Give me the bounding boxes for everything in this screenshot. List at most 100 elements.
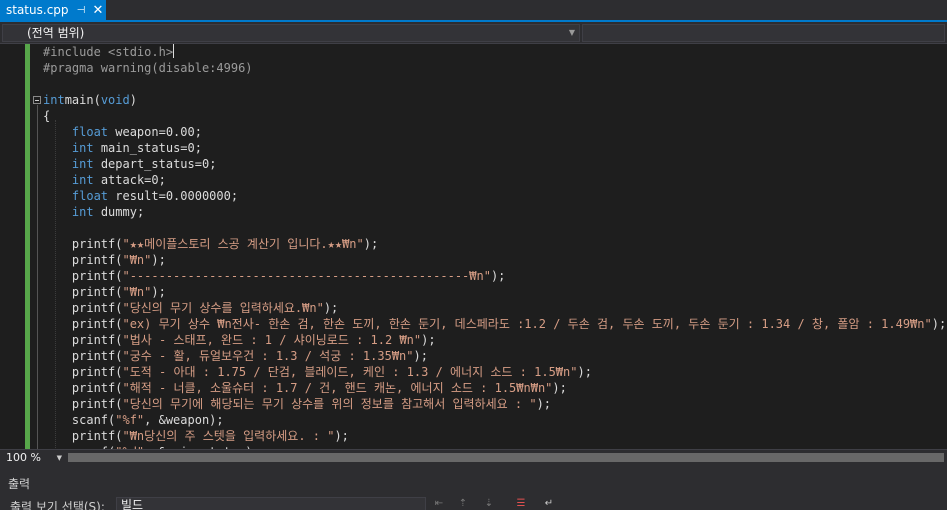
code-line[interactable]: { (43, 108, 946, 124)
code-line[interactable]: printf("ex) 무기 상수 ₩n전사- 한손 검, 한손 도끼, 한손 … (43, 316, 946, 332)
code-token: int (71, 173, 94, 187)
code-line[interactable]: printf("--------------------------------… (43, 268, 946, 284)
code-token: void (100, 93, 130, 107)
code-token: printf( (43, 285, 123, 299)
code-token: weapon=0.00; (108, 125, 202, 139)
code-token: "₩n" (122, 253, 152, 267)
code-token: printf( (43, 365, 123, 379)
member-dropdown[interactable] (582, 24, 945, 42)
code-line[interactable]: int depart_status=0; (43, 156, 946, 172)
code-token: "도적 - 아대 : 1.75 / 단검, 블레이드, 케인 : 1.3 / 에… (122, 365, 578, 379)
code-line[interactable]: printf("궁수 - 활, 듀얼보우건 : 1.3 / 석궁 : 1.35₩… (43, 348, 946, 364)
output-source-select[interactable]: 빌드 (116, 497, 426, 510)
code-line[interactable]: printf("법사 - 스태프, 완드 : 1 / 샤이닝로드 : 1.2 ₩… (43, 332, 946, 348)
arrow-up-icon[interactable]: ⇡ (456, 498, 470, 510)
code-token: printf( (43, 349, 123, 363)
code-token: ); (577, 365, 592, 379)
code-token: int (71, 141, 94, 155)
document-tab-strip: status.cpp ⊣ ✕ (0, 0, 947, 22)
code-token: float (71, 125, 109, 139)
code-line[interactable]: printf("₩n당신의 주 스텟을 입력하세요. : "); (43, 428, 946, 444)
fold-guide (37, 105, 38, 449)
output-source-label: 출력 보기 선택(S): (10, 500, 105, 510)
scrollbar-thumb[interactable] (68, 453, 944, 462)
code-token: "---------------------------------------… (122, 269, 491, 283)
panel-splitter[interactable] (0, 466, 947, 474)
code-text[interactable]: #include <stdio.h> #pragma warning(disabl… (43, 44, 946, 449)
output-panel-title: 출력 (0, 474, 947, 494)
arrow-down-icon[interactable]: ⇣ (482, 498, 496, 510)
code-line[interactable] (43, 76, 946, 92)
code-line[interactable]: printf("₩n"); (43, 284, 946, 300)
code-line[interactable]: #pragma warning(disable:4996) (43, 60, 946, 76)
tab-filename: status.cpp (6, 3, 69, 17)
code-line[interactable]: printf("₩n"); (43, 252, 946, 268)
tab-status-cpp[interactable]: status.cpp ⊣ ✕ (0, 0, 106, 20)
collapse-icon[interactable] (33, 96, 41, 104)
code-token: printf( (43, 429, 123, 443)
code-line[interactable]: int attack=0; (43, 172, 946, 188)
code-line[interactable]: int main_status=0; (43, 140, 946, 156)
code-line[interactable]: printf("도적 - 아대 : 1.75 / 단검, 블레이드, 케인 : … (43, 364, 946, 380)
clear-all-icon[interactable]: ☰ (514, 498, 528, 510)
code-line[interactable]: intmain(void) (43, 92, 946, 108)
code-line[interactable]: printf("★★메이플스토리 스공 계산기 입니다.★★₩n"); (43, 236, 946, 252)
code-token: "₩n당신의 주 스텟을 입력하세요. : " (122, 429, 335, 443)
pin-icon[interactable]: ⊣ (74, 5, 88, 16)
code-line[interactable]: printf("해적 - 너클, 소울슈터 : 1.7 / 건, 핸드 캐논, … (43, 380, 946, 396)
code-token: main( (64, 93, 101, 107)
word-wrap-icon[interactable]: ↵ (542, 498, 556, 510)
go-to-previous-icon[interactable]: ⇤ (432, 498, 446, 510)
code-line[interactable]: scanf("%f", &weapon); (43, 412, 946, 428)
code-line[interactable]: printf("당신의 무기 상수를 입력하세요.₩n"); (43, 300, 946, 316)
close-icon[interactable]: ✕ (90, 3, 106, 18)
code-token: dummy; (93, 205, 145, 219)
scope-value: (전역 범위) (27, 26, 85, 40)
code-token: "궁수 - 활, 듀얼보우건 : 1.3 / 석궁 : 1.35₩n" (122, 349, 414, 363)
code-token: ); (323, 301, 339, 315)
code-token: int (43, 93, 65, 107)
code-token: printf( (43, 253, 123, 267)
code-token: ); (151, 253, 166, 267)
code-token: #include <stdio.h> (43, 45, 174, 59)
code-token: printf( (43, 317, 123, 331)
code-token: printf( (43, 237, 123, 251)
code-token: "해적 - 너클, 소울슈터 : 1.7 / 건, 핸드 캐논, 에너지 소드 … (122, 381, 553, 395)
code-token: printf( (43, 397, 123, 411)
code-line[interactable]: int dummy; (43, 204, 946, 220)
code-line[interactable]: printf("당신의 무기에 해당되는 무기 상수를 위의 정보를 참고해서 … (43, 396, 946, 412)
code-token: int (71, 205, 94, 219)
chevron-down-icon: ▼ (56, 454, 62, 462)
code-line[interactable]: float weapon=0.00; (43, 124, 946, 140)
code-token: ); (363, 237, 379, 251)
code-token: "%f" (115, 413, 145, 427)
change-tracking-bar (25, 44, 30, 449)
code-token: ); (151, 285, 166, 299)
code-line[interactable] (43, 220, 946, 236)
code-token: "법사 - 스태프, 완드 : 1 / 샤이닝로드 : 1.2 ₩n" (122, 333, 422, 347)
zoom-dropdown[interactable]: 100 % ▼ (2, 451, 64, 465)
code-token: printf( (43, 333, 123, 347)
code-token: ); (334, 429, 349, 443)
navigation-bar: (전역 범위) ▼ (0, 22, 947, 44)
horizontal-scrollbar[interactable] (68, 453, 944, 462)
editor-status-row: 100 % ▼ (0, 449, 947, 466)
code-token: float (71, 189, 109, 203)
code-token: printf( (43, 301, 123, 315)
code-token: "ex) 무기 상수 ₩n전사- 한손 검, 한손 도끼, 한손 둔기, 데스페… (122, 317, 932, 331)
zoom-value: 100 % (6, 451, 41, 464)
code-token: printf( (43, 269, 123, 283)
code-line[interactable]: #include <stdio.h> (43, 44, 946, 60)
code-token: ); (536, 397, 552, 411)
code-token: ); (490, 269, 506, 283)
code-editor[interactable]: #include <stdio.h> #pragma warning(disabl… (0, 44, 947, 449)
scope-dropdown[interactable]: (전역 범위) ▼ (2, 24, 580, 42)
code-token: "★★메이플스토리 스공 계산기 입니다.★★₩n" (122, 237, 364, 251)
code-token: ); (413, 349, 428, 363)
code-token: ); (931, 317, 947, 331)
code-line[interactable]: float result=0.0000000; (43, 188, 946, 204)
